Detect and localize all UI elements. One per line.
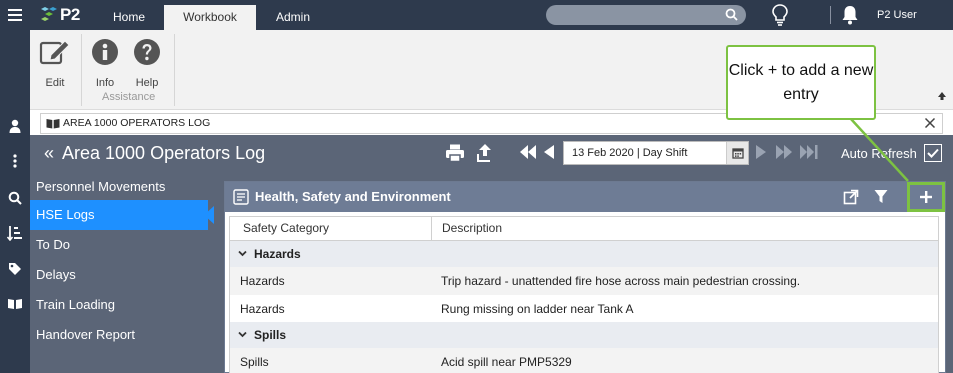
plus-icon — [920, 191, 932, 203]
logo-cubes-icon — [41, 7, 57, 21]
first-page-icon[interactable] — [519, 143, 537, 161]
nav-item-hse-logs[interactable]: HSE Logs — [30, 200, 208, 230]
sort-list-icon[interactable] — [0, 222, 30, 244]
logo-text: P2 — [60, 5, 80, 24]
document-title[interactable]: AREA 1000 OPERATORS LOG — [63, 114, 210, 133]
cell-safety-category: Hazards — [240, 302, 285, 316]
chevron-down-icon[interactable] — [238, 249, 247, 258]
edit-icon — [36, 36, 74, 68]
cell-description: Trip hazard - unattended fire hose acros… — [441, 274, 801, 288]
hse-panel: Health, Safety and Environment Safety Ca… — [224, 181, 946, 373]
help-icon — [130, 36, 164, 68]
nav-item-handover-report[interactable]: Handover Report — [30, 320, 214, 350]
group-row-hazards[interactable]: Hazards — [230, 241, 938, 267]
search-icon[interactable] — [725, 8, 738, 21]
nav-item-to-do[interactable]: To Do — [30, 230, 214, 260]
calendar-icon[interactable] — [726, 142, 748, 164]
tab-workbook[interactable]: Workbook — [164, 5, 256, 30]
collapse-ribbon-icon[interactable] — [937, 90, 947, 104]
info-icon — [90, 36, 120, 68]
document-list-icon — [233, 189, 249, 205]
grid-header: Safety Category Description — [230, 217, 938, 241]
tab-admin[interactable]: Admin — [258, 5, 328, 30]
ribbon-group-label: Assistance — [102, 91, 156, 103]
search-input[interactable] — [546, 5, 746, 25]
page-title: Area 1000 Operators Log — [62, 143, 266, 163]
column-divider — [431, 217, 432, 241]
chevron-down-icon[interactable] — [238, 330, 247, 339]
cell-safety-category: Hazards — [240, 274, 285, 288]
last-page-icon[interactable] — [775, 143, 793, 161]
export-upload-icon[interactable] — [476, 143, 492, 163]
previous-icon[interactable] — [542, 143, 556, 161]
book-icon[interactable] — [0, 293, 30, 315]
close-document-icon[interactable] — [924, 117, 936, 129]
user-name[interactable]: P2 User — [877, 0, 917, 30]
back-chevron-icon[interactable]: « — [44, 143, 54, 163]
group-label: Hazards — [254, 247, 301, 261]
nav-item-delays[interactable]: Delays — [30, 260, 214, 290]
open-external-icon[interactable] — [843, 189, 859, 205]
more-vertical-icon[interactable] — [0, 150, 30, 172]
person-icon[interactable] — [0, 115, 30, 137]
edit-label: Edit — [45, 77, 65, 89]
panel-header: Health, Safety and Environment — [225, 182, 945, 212]
tag-icon[interactable] — [0, 258, 30, 280]
lightbulb-icon[interactable] — [772, 4, 788, 29]
nav-item-train-loading[interactable]: Train Loading — [30, 290, 214, 320]
nav-item-personnel-movements[interactable]: Personnel Movements — [30, 172, 214, 202]
left-icon-rail — [0, 30, 30, 373]
auto-refresh-checkbox[interactable] — [924, 144, 942, 162]
edit-button[interactable]: Edit — [36, 36, 74, 89]
info-label: Info — [95, 77, 115, 89]
ribbon-separator — [174, 34, 175, 106]
group-label: Spills — [254, 328, 287, 342]
cell-description: Acid spill near PMP5329 — [441, 355, 572, 369]
latest-page-icon[interactable] — [799, 143, 819, 161]
column-header-safety-category[interactable]: Safety Category — [243, 217, 329, 240]
add-entry-button[interactable] — [907, 182, 945, 212]
checkmark-icon — [927, 148, 939, 158]
cell-safety-category: Spills — [240, 355, 269, 369]
table-row[interactable]: Spills Acid spill near PMP5329 — [230, 348, 938, 373]
filter-icon[interactable] — [874, 189, 888, 205]
group-row-spills[interactable]: Spills — [230, 322, 938, 348]
app-logo[interactable]: P2 — [40, 4, 80, 26]
shift-date-value: 13 Feb 2020 | Day Shift — [572, 147, 688, 159]
cell-description: Rung missing on ladder near Tank A — [441, 302, 634, 316]
panel-title: Health, Safety and Environment — [255, 189, 451, 204]
shift-date-picker[interactable]: 13 Feb 2020 | Day Shift — [563, 141, 749, 165]
next-icon[interactable] — [754, 143, 768, 161]
column-header-description[interactable]: Description — [442, 217, 502, 240]
ribbon-separator — [81, 34, 82, 106]
help-label: Help — [135, 77, 159, 89]
active-nav-pointer — [204, 206, 214, 224]
bell-icon[interactable] — [841, 4, 859, 29]
table-row[interactable]: Hazards Trip hazard - unattended fire ho… — [230, 267, 938, 295]
top-bar: P2 Home Workbook Admin P2 User — [0, 0, 953, 30]
hamburger-menu-icon[interactable] — [0, 0, 30, 30]
auto-refresh-label: Auto Refresh — [841, 146, 917, 161]
tab-home[interactable]: Home — [96, 5, 162, 30]
search-rail-icon[interactable] — [0, 187, 30, 209]
log-header: « Area 1000 Operators Log 13 Feb 2020 | … — [30, 135, 953, 172]
open-book-icon — [46, 119, 60, 129]
hse-log-grid: Safety Category Description Hazards Haza… — [229, 216, 939, 373]
table-row[interactable]: Hazards Rung missing on ladder near Tank… — [230, 295, 938, 323]
help-button[interactable]: Help — [130, 36, 164, 89]
print-icon[interactable] — [445, 143, 465, 163]
log-sections-nav: Personnel Movements HSE Logs To Do Delay… — [30, 172, 214, 373]
topbar-divider — [830, 6, 831, 24]
info-button[interactable]: Info — [90, 36, 120, 89]
help-callout: Click + to add a new entry — [726, 45, 876, 120]
